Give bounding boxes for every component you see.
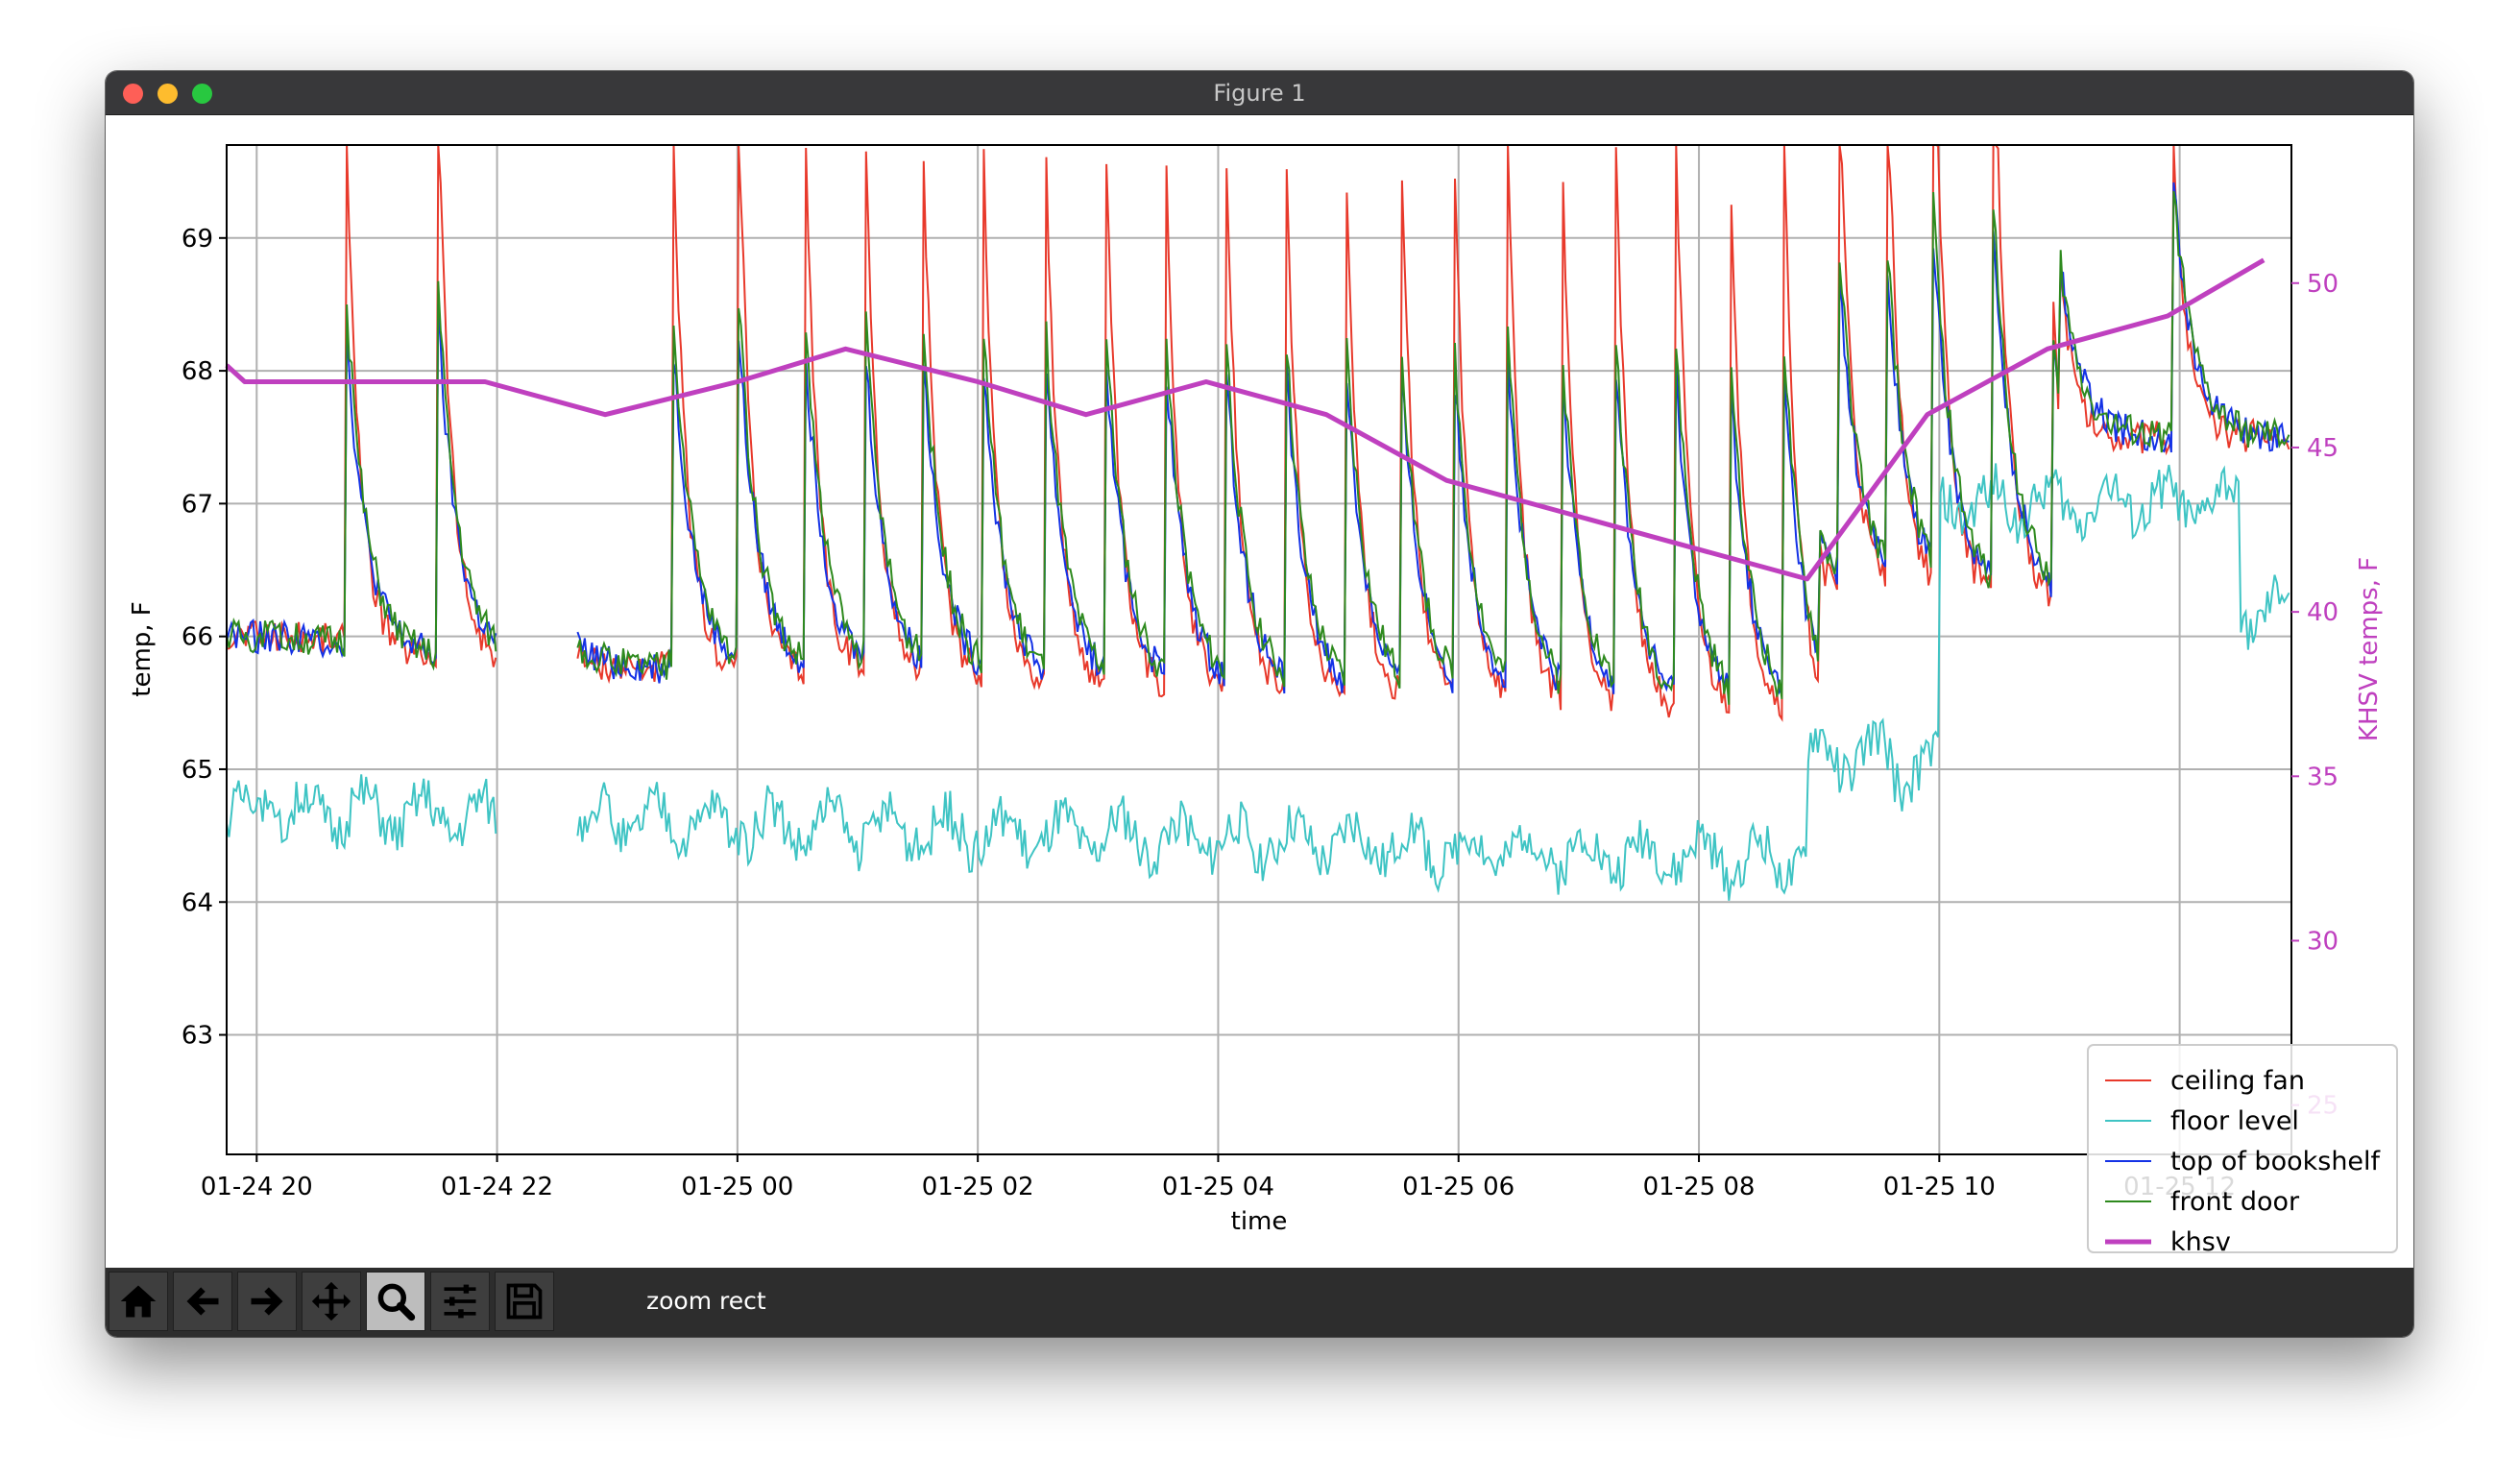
x-tick-label: 01-25 02 <box>922 1173 1034 1201</box>
x-tick-label: 01-25 10 <box>1883 1173 1996 1201</box>
move-icon <box>311 1281 351 1321</box>
save-icon <box>506 1283 543 1320</box>
plot-area[interactable]: 01-24 20 01-24 22 01-25 00 01-25 02 01-25 04… <box>106 115 2413 1268</box>
series-line-floor-level <box>226 463 2290 901</box>
configure-subplots-button[interactable] <box>430 1272 490 1331</box>
x-tick-label: 01-25 00 <box>681 1173 793 1201</box>
legend: ceiling fan floor level top of bookshelf fr… <box>2087 1044 2398 1257</box>
left-y-tick-label: 66 <box>182 623 213 652</box>
left-y-axis-label: temp, F <box>128 601 157 697</box>
right-y-tick-label: 30 <box>2307 927 2338 956</box>
series-line-top-of-bookshelf <box>226 182 2290 695</box>
left-y-tick-label: 64 <box>182 888 213 917</box>
x-tick-label: 01-24 22 <box>441 1173 553 1201</box>
legend-label: floor level <box>2170 1106 2299 1136</box>
toolbar-status-text: zoom rect <box>646 1287 766 1315</box>
x-axis-ticks: 01-24 20 01-24 22 01-25 00 01-25 02 01-25 04… <box>201 1154 2236 1201</box>
right-y-axis-label: KHSV temps, F <box>2355 557 2384 741</box>
home-icon <box>120 1285 157 1318</box>
right-y-tick-label: 35 <box>2307 763 2338 791</box>
series-lines <box>225 144 2290 901</box>
legend-label: top of bookshelf <box>2170 1147 2382 1176</box>
title-bar[interactable]: Figure 1 <box>106 71 2413 115</box>
navigation-toolbar: zoom rect <box>106 1268 2413 1337</box>
zoom-button[interactable] <box>366 1272 425 1331</box>
window-title: Figure 1 <box>1213 80 1306 107</box>
legend-label: ceiling fan <box>2170 1066 2305 1096</box>
left-y-tick-label: 69 <box>182 225 213 254</box>
right-y-tick-label: 45 <box>2307 434 2338 463</box>
x-tick-label: 01-25 08 <box>1643 1173 1756 1201</box>
forward-button[interactable] <box>237 1272 297 1331</box>
series-line-khsv <box>225 257 2266 582</box>
zoom-icon <box>377 1283 416 1321</box>
arrow-right-icon <box>251 1287 283 1316</box>
left-y-axis-ticks: 63 64 65 66 67 68 69 <box>182 225 227 1051</box>
x-tick-label: 01-25 06 <box>1402 1173 1514 1201</box>
x-axis-label: time <box>1231 1207 1288 1236</box>
sliders-icon <box>444 1284 476 1319</box>
line-chart[interactable]: 01-24 20 01-24 22 01-25 00 01-25 02 01-25 04… <box>106 115 2413 1268</box>
x-tick-label: 01-25 04 <box>1162 1173 1274 1201</box>
right-y-axis-ticks: 253035404550 <box>2291 270 2338 1121</box>
arrow-left-icon <box>186 1287 219 1316</box>
save-figure-button[interactable] <box>495 1272 554 1331</box>
right-y-tick-label: 50 <box>2307 270 2338 299</box>
left-y-tick-label: 67 <box>182 490 213 519</box>
left-y-tick-label: 63 <box>182 1022 213 1051</box>
home-button[interactable] <box>109 1272 168 1331</box>
back-button[interactable] <box>173 1272 232 1331</box>
left-y-tick-label: 68 <box>182 357 213 386</box>
legend-label: front door <box>2170 1187 2300 1217</box>
pan-button[interactable] <box>302 1272 361 1331</box>
x-tick-label: 01-24 20 <box>201 1173 313 1201</box>
series-line-front-door <box>226 190 2290 705</box>
right-y-tick-label: 40 <box>2307 598 2338 627</box>
legend-label: khsv <box>2170 1227 2231 1257</box>
left-y-tick-label: 65 <box>182 756 213 785</box>
figure-window: Figure 1 01-24 20 01-24 22 01-25 00 01-25 0… <box>106 71 2413 1337</box>
